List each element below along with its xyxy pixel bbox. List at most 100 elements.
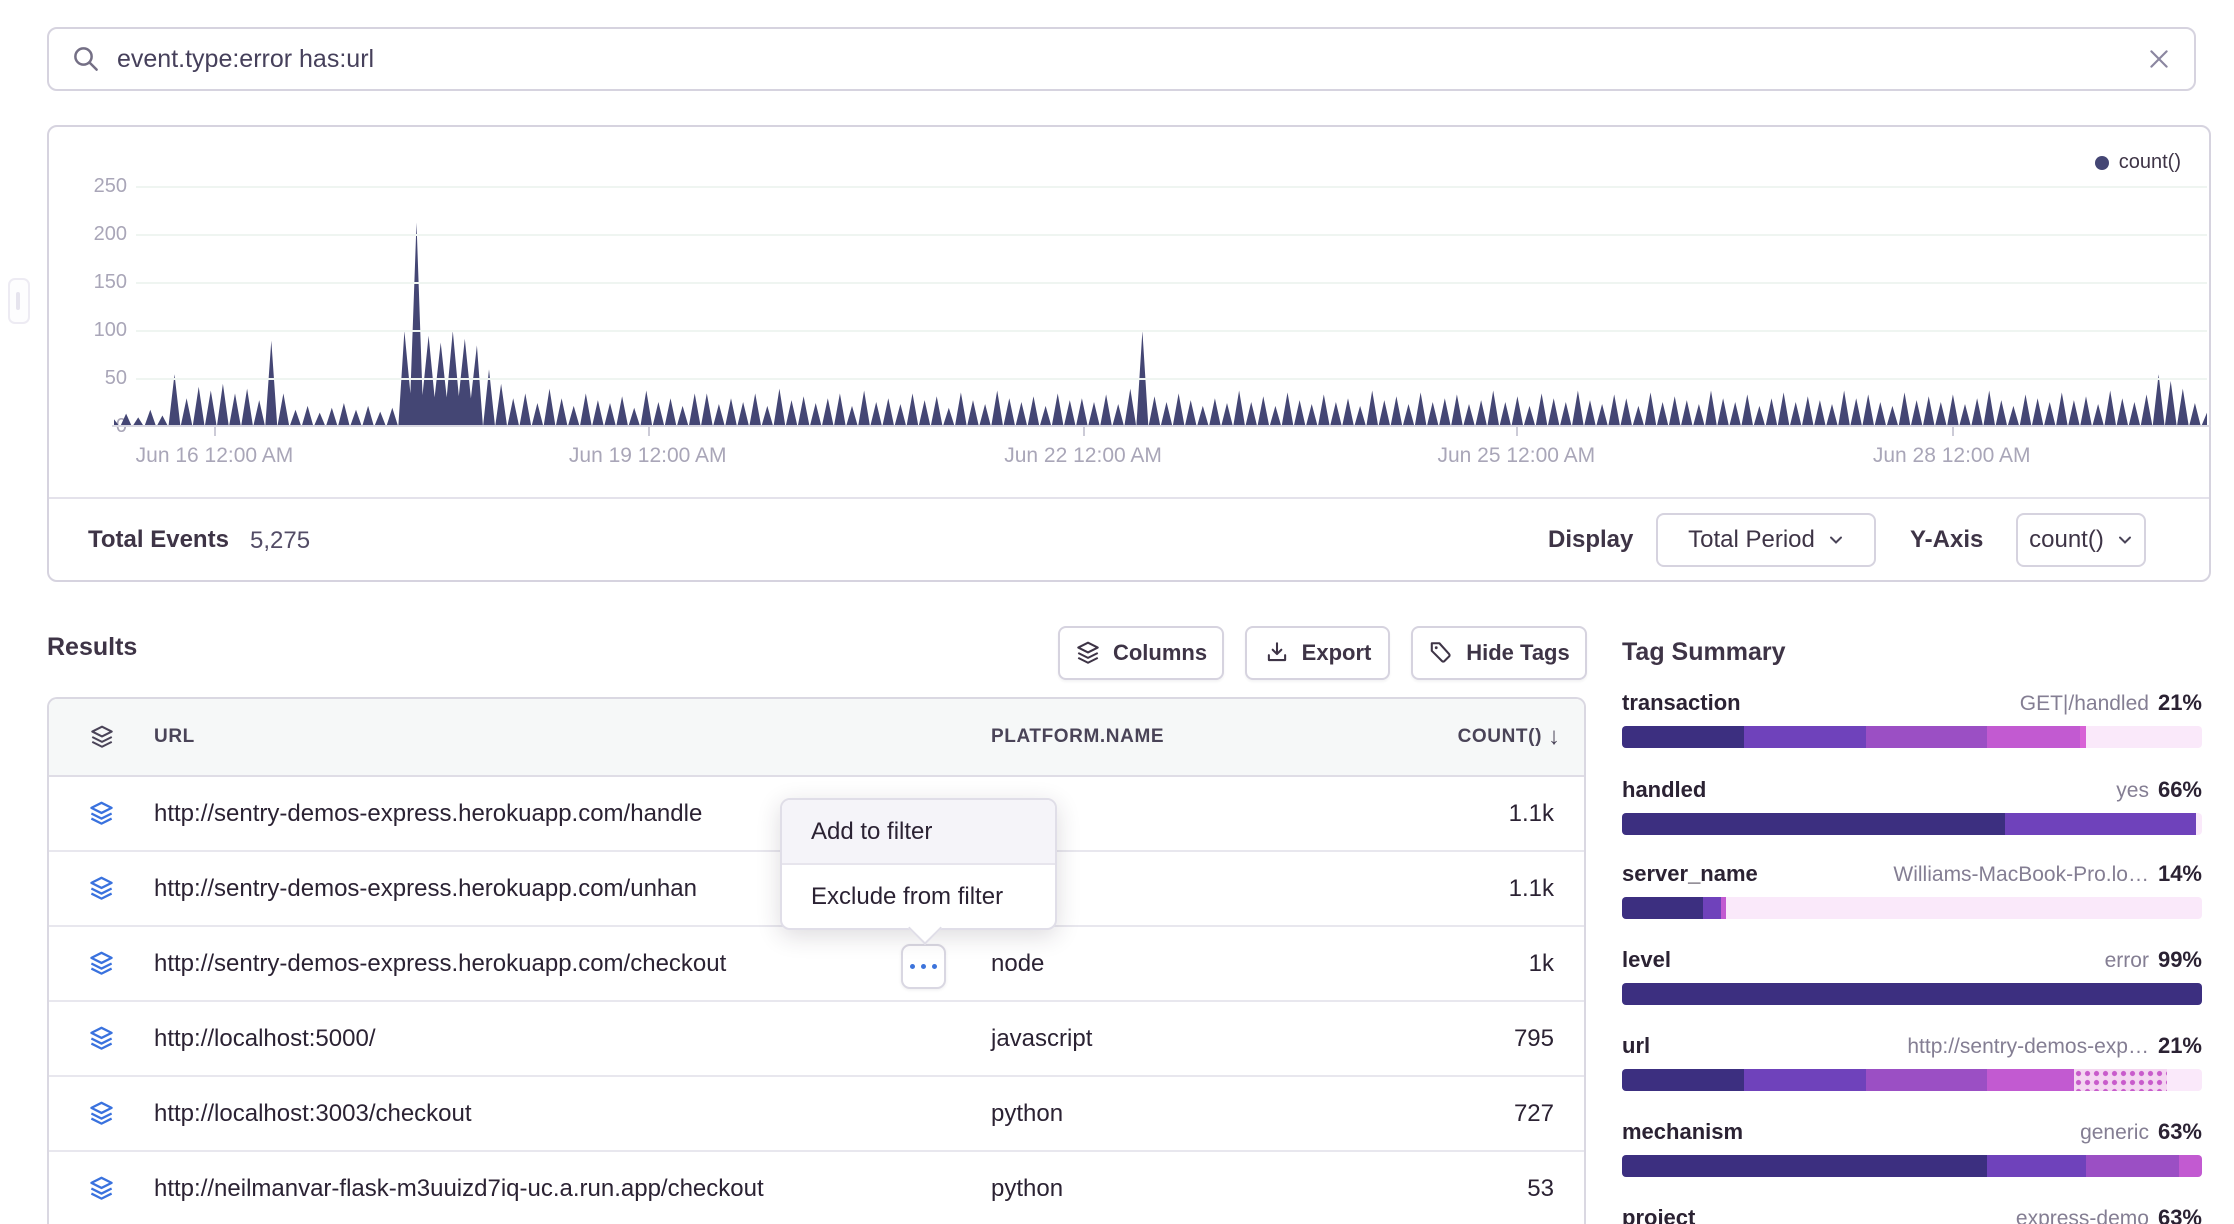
- x-axis-tick-label: Jun 16 12:00 AM: [84, 444, 344, 468]
- x-axis-tick: [648, 427, 650, 436]
- tag-summary-title: Tag Summary: [1622, 638, 2202, 667]
- tag-distribution-bar[interactable]: [1622, 1069, 2202, 1091]
- tag-top-value: GET|/handled21%: [2020, 690, 2202, 716]
- platform-cell: javascript: [991, 1025, 1371, 1053]
- tag-summary-row: level error99%: [1622, 947, 2202, 1005]
- hide-tags-button[interactable]: Hide Tags: [1411, 626, 1587, 680]
- x-axis-tick: [1083, 427, 1085, 436]
- display-select[interactable]: Total Period: [1656, 513, 1876, 567]
- tag-bar-segment[interactable]: [2080, 726, 2086, 748]
- x-axis-tick-label: Jun 28 12:00 AM: [1822, 444, 2082, 468]
- column-header-platform[interactable]: PLATFORM.NAME: [991, 726, 1371, 748]
- chart-legend[interactable]: count(): [2095, 151, 2181, 174]
- column-header-url[interactable]: URL: [154, 726, 991, 748]
- chevron-down-icon: [2117, 532, 2133, 548]
- tag-summary-row: handled yes66%: [1622, 777, 2202, 835]
- tag-bar-segment[interactable]: [2086, 1155, 2179, 1177]
- search-bar[interactable]: event.type:error has:url: [47, 27, 2196, 91]
- url-cell-link[interactable]: http://localhost:5000/: [154, 1025, 991, 1053]
- tag-name: server_name: [1622, 861, 1758, 887]
- gridline: [136, 282, 2207, 284]
- tag-top-value: generic63%: [2080, 1119, 2202, 1145]
- gridline: [136, 378, 2207, 380]
- tag-bar-segment[interactable]: [1703, 897, 1720, 919]
- tag-bar-segment[interactable]: [1866, 726, 1988, 748]
- x-axis-tick: [214, 427, 216, 436]
- tag-bar-segment[interactable]: [2074, 1069, 2167, 1091]
- table-row: http://sentry-demos-express.herokuapp.co…: [49, 927, 1584, 1002]
- tag-bar-segment[interactable]: [1987, 726, 2080, 748]
- tag-percentage: 21%: [2158, 1033, 2202, 1058]
- x-axis-tick: [1952, 427, 1954, 436]
- url-cell-link[interactable]: http://sentry-demos-express.herokuapp.co…: [154, 950, 991, 978]
- tag-distribution-bar[interactable]: [1622, 726, 2202, 748]
- tag-distribution-bar[interactable]: [1622, 983, 2202, 1005]
- stack-icon: [88, 1175, 115, 1202]
- tag-bar-segment[interactable]: [1622, 1069, 1744, 1091]
- table-header-row: URL PLATFORM.NAME COUNT() ↓: [49, 699, 1584, 777]
- tag-distribution-bar[interactable]: [1622, 813, 2202, 835]
- display-label: Display: [1548, 526, 1633, 554]
- legend-series-dot: [2095, 156, 2109, 170]
- tag-summary-row: mechanism generic63%: [1622, 1119, 2202, 1177]
- chart-plot-area: Jun 16 12:00 AMJun 19 12:00 AMJun 22 12:…: [114, 172, 2207, 427]
- platform-cell: python: [991, 1175, 1371, 1203]
- x-axis-tick-label: Jun 25 12:00 AM: [1386, 444, 1646, 468]
- tag-percentage: 21%: [2158, 690, 2202, 715]
- columns-button[interactable]: Columns: [1058, 626, 1224, 680]
- tag-bar-segment[interactable]: [1744, 726, 1866, 748]
- tag-top-value: Williams-MacBook-Pro.lo…14%: [1893, 861, 2202, 887]
- tag-bar-segment[interactable]: [1622, 813, 2005, 835]
- add-to-filter-menu-item[interactable]: Add to filter: [782, 800, 1055, 865]
- tag-name: url: [1622, 1033, 1650, 1059]
- tag-bar-segment[interactable]: [1622, 726, 1744, 748]
- tag-percentage: 99%: [2158, 947, 2202, 972]
- table-row: http://localhost:3003/checkout python 72…: [49, 1077, 1584, 1152]
- tag-distribution-bar[interactable]: [1622, 1155, 2202, 1177]
- tag-percentage: 14%: [2158, 861, 2202, 886]
- tag-bar-segment[interactable]: [1987, 1155, 2086, 1177]
- tag-icon: [1428, 640, 1454, 666]
- gridline: [136, 234, 2207, 236]
- chart-footer: Total Events 5,275 Display Total Period …: [49, 497, 2209, 580]
- ellipsis-icon: [910, 964, 915, 969]
- tag-top-value: error99%: [2105, 947, 2202, 973]
- tag-summary-row: url http://sentry-demos-exp…21%: [1622, 1033, 2202, 1091]
- tag-bar-segment[interactable]: [1744, 1069, 1866, 1091]
- y-axis-label: Y-Axis: [1910, 526, 1983, 554]
- tag-bar-segment[interactable]: [1622, 1155, 1987, 1177]
- cell-context-menu: Add to filter Exclude from filter: [780, 798, 1057, 930]
- tag-bar-segment[interactable]: [1622, 897, 1703, 919]
- y-axis-select[interactable]: count(): [2016, 513, 2146, 567]
- stack-icon: [88, 875, 115, 902]
- tag-name: level: [1622, 947, 1671, 973]
- tag-bar-segment[interactable]: [2179, 1155, 2202, 1177]
- cell-actions-button[interactable]: [901, 944, 946, 989]
- url-cell-link[interactable]: http://neilmanvar-flask-m3uuizd7iq-uc.a.…: [154, 1175, 991, 1203]
- tag-bar-segment[interactable]: [2005, 813, 2196, 835]
- url-cell-link[interactable]: http://localhost:3003/checkout: [154, 1100, 991, 1128]
- stack-icon: [88, 950, 115, 977]
- tag-bar-segment[interactable]: [1721, 897, 1727, 919]
- count-cell: 1.1k: [1509, 875, 1584, 903]
- total-events-value: 5,275: [250, 527, 310, 555]
- total-events-label: Total Events: [88, 526, 229, 554]
- legend-series-label: count(): [2119, 151, 2181, 174]
- drawer-resize-handle[interactable]: [8, 278, 30, 324]
- tag-bar-segment[interactable]: [1622, 983, 2202, 1005]
- tag-bar-segment[interactable]: [1987, 1069, 2074, 1091]
- x-axis-tick-label: Jun 22 12:00 AM: [953, 444, 1213, 468]
- stack-icon: [1075, 640, 1101, 666]
- export-button[interactable]: Export: [1245, 626, 1390, 680]
- count-cell: 53: [1527, 1175, 1584, 1203]
- count-cell: 1k: [1529, 950, 1584, 978]
- platform-cell: node: [991, 950, 1371, 978]
- results-table: URL PLATFORM.NAME COUNT() ↓ http://sentr…: [47, 697, 1586, 1224]
- tag-distribution-bar[interactable]: [1622, 897, 2202, 919]
- column-header-count[interactable]: COUNT() ↓: [1458, 723, 1584, 751]
- tag-bar-segment[interactable]: [1866, 1069, 1988, 1091]
- clear-search-icon[interactable]: [2146, 46, 2172, 72]
- stack-icon: [88, 1025, 115, 1052]
- tag-name: handled: [1622, 777, 1706, 803]
- search-input[interactable]: event.type:error has:url: [117, 45, 2146, 74]
